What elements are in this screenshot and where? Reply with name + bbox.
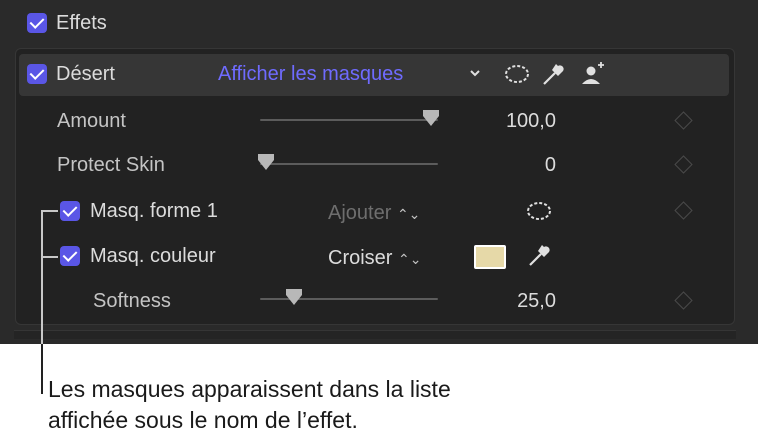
callout-line-middle — [42, 256, 58, 258]
amount-slider-thumb[interactable] — [423, 110, 439, 126]
callout-text: Les masques apparaissent dans la liste a… — [48, 374, 451, 436]
protect-skin-slider[interactable] — [260, 163, 438, 165]
protect-skin-slider-thumb[interactable] — [258, 154, 274, 170]
shape-mask-checkbox[interactable] — [60, 201, 80, 221]
shape-mask-label: Masq. forme 1 — [90, 200, 218, 222]
desert-checkbox[interactable] — [27, 64, 47, 84]
protect-skin-value[interactable]: 0 — [456, 153, 556, 177]
callout-line-top — [42, 210, 58, 212]
callout-line-2: affichée sous le nom de l’effet. — [48, 407, 358, 433]
eyedropper-icon[interactable] — [540, 60, 568, 88]
effects-label: Effets — [56, 12, 107, 34]
person-add-icon[interactable] — [579, 60, 609, 88]
color-mask-eyedropper-icon[interactable] — [526, 241, 554, 269]
shape-mask-ellipse-icon[interactable] — [525, 200, 553, 222]
color-mask-mode-popup[interactable]: Croiser ⌃⌄ — [328, 246, 421, 271]
chevron-down-icon[interactable] — [469, 69, 481, 79]
softness-value[interactable]: 25,0 — [456, 289, 556, 313]
amount-value[interactable]: 100,0 — [456, 109, 556, 133]
effects-checkbox[interactable] — [27, 13, 47, 33]
shape-mask-mode: Ajouter ⌃⌄ — [328, 202, 421, 224]
amount-slider[interactable] — [260, 119, 438, 121]
show-masks-menu[interactable]: Afficher les masques — [218, 62, 403, 86]
panel-bottom-divider — [14, 330, 736, 339]
color-mask-checkbox[interactable] — [60, 246, 80, 266]
param-label-softness: Softness — [93, 290, 171, 312]
param-label-amount: Amount — [57, 110, 126, 132]
param-label-protect-skin: Protect Skin — [57, 154, 165, 176]
callout-line-vertical-dark — [41, 210, 43, 344]
desert-label: Désert — [56, 63, 115, 85]
softness-slider-thumb[interactable] — [286, 289, 302, 305]
callout-line-vertical-light — [41, 344, 43, 394]
color-mask-label: Masq. couleur — [90, 245, 216, 267]
color-mask-swatch[interactable] — [474, 245, 506, 269]
mask-ellipse-icon[interactable] — [503, 62, 531, 86]
callout-line-1: Les masques apparaissent dans la liste — [48, 376, 451, 402]
